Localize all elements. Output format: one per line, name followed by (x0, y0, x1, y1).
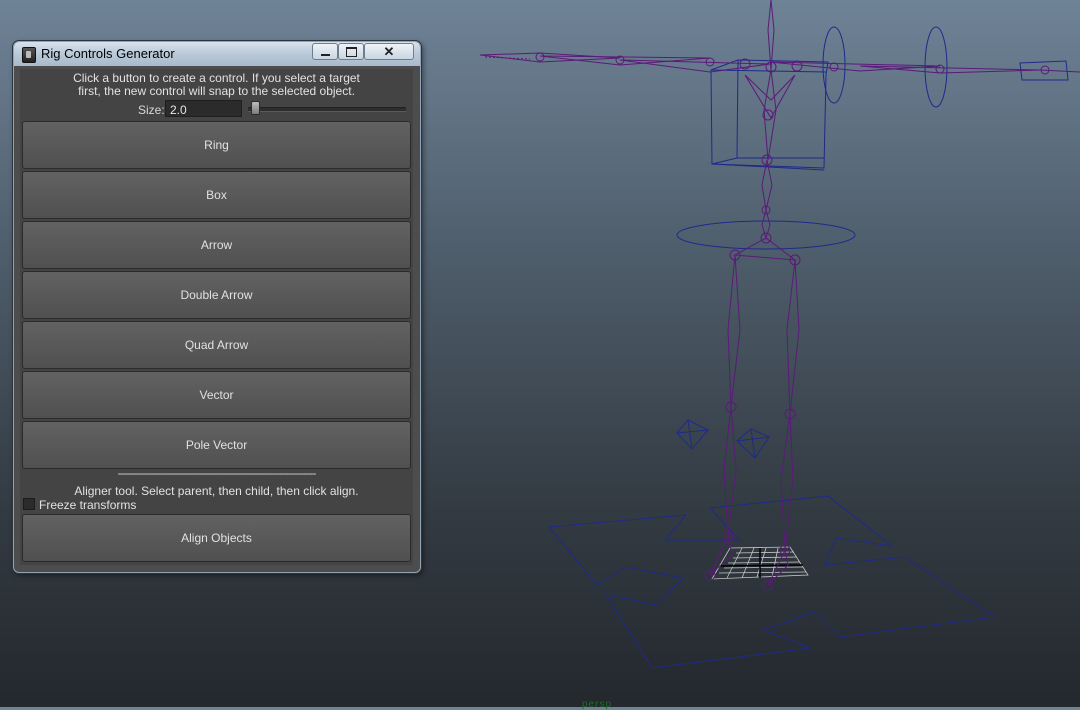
size-slider-track[interactable] (248, 107, 406, 112)
hip-ring-control (676, 220, 856, 250)
arm-bones (479, 52, 1080, 74)
minimize-icon (320, 53, 330, 56)
ring-button[interactable]: Ring (22, 121, 411, 169)
pole-vector-control-left (676, 419, 709, 450)
shoulder-ring-left (822, 26, 846, 104)
minimize-button[interactable] (312, 43, 338, 60)
size-field[interactable] (165, 100, 242, 117)
vector-button[interactable]: Vector (22, 371, 411, 419)
aligner-description: Aligner tool. Select parent, then child,… (74, 484, 359, 498)
instructions-line-2: first, the new control will snap to the … (78, 84, 355, 98)
window-title: Rig Controls Generator (41, 46, 175, 61)
maximize-button[interactable] (338, 43, 364, 60)
maximize-icon (345, 46, 357, 57)
maya-app-icon (22, 47, 36, 63)
close-button[interactable]: ✕ (364, 43, 414, 60)
rig-controls-window: Rig Controls Generator ✕ Click a button … (13, 41, 421, 573)
box-button[interactable]: Box (22, 171, 411, 219)
separator-line: ----------------------------------------… (117, 467, 317, 479)
ground-grid (711, 546, 809, 580)
double-arrow-button[interactable]: Double Arrow (22, 271, 411, 319)
close-icon: ✕ (383, 43, 395, 59)
spine-bones (744, 0, 796, 240)
window-content: Click a button to create a control. If y… (20, 69, 413, 565)
size-slider-handle[interactable] (251, 101, 260, 115)
pole-vector-control-right (736, 428, 770, 459)
pole-vector-button[interactable]: Pole Vector (22, 421, 411, 469)
align-objects-button[interactable]: Align Objects (22, 514, 411, 562)
joints (535, 52, 1050, 591)
quad-arrow-button[interactable]: Quad Arrow (22, 321, 411, 369)
size-label: Size: (138, 103, 165, 117)
viewport-status-text: persp (582, 699, 613, 710)
instructions-text: Click a button to create a control. If y… (20, 72, 413, 98)
arrow-button[interactable]: Arrow (22, 221, 411, 269)
freeze-transforms-checkbox[interactable] (23, 498, 35, 510)
title-bar[interactable]: Rig Controls Generator ✕ (14, 42, 420, 66)
rig-skeleton[interactable] (479, 0, 1080, 669)
freeze-transforms-label: Freeze transforms (39, 498, 137, 512)
